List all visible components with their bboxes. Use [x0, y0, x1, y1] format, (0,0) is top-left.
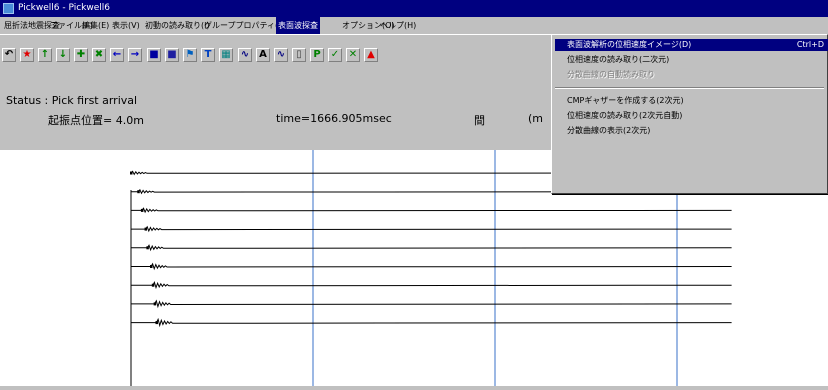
seismic-trace: [131, 262, 732, 271]
gap-label: 間: [474, 114, 485, 127]
status-text: Status : Pick first arrival: [6, 94, 138, 107]
seismic-trace: [131, 281, 732, 290]
dropdown-item-5[interactable]: 分散曲線の表示(2次元): [555, 125, 828, 137]
expand-icon[interactable]: ✚: [74, 48, 88, 62]
first-arrival-pick: [155, 321, 158, 325]
wave-icon[interactable]: ∿: [238, 48, 252, 62]
dropdown-item-0[interactable]: 表面波解析の位相速度イメージ(D) Ctrl+D: [555, 39, 828, 51]
dropdown-item-label: 表面波解析の位相速度イメージ(D): [567, 40, 692, 49]
right-arrow-icon[interactable]: →: [128, 48, 142, 62]
page-icon[interactable]: ▯: [292, 48, 306, 62]
seismic-trace: [131, 317, 732, 328]
dropdown-item-4[interactable]: 位相速度の読み取り(2次元自動): [555, 110, 828, 122]
dropdown-item-2: 分散曲線の自動読み取り: [555, 69, 828, 81]
triangle-icon[interactable]: ▲: [364, 48, 378, 62]
seismic-trace: [131, 225, 732, 233]
dropdown-item-1[interactable]: 位相速度の読み取り(二次元): [555, 54, 828, 66]
check-icon[interactable]: ✓: [328, 48, 342, 62]
block-blue-icon[interactable]: ■: [147, 48, 161, 62]
first-arrival-pick: [150, 265, 153, 268]
dropdown-item-label: 位相速度の読み取り(2次元自動): [567, 111, 683, 120]
source-position-label: 起振点位置= 4.0m: [48, 114, 144, 127]
down-arrow-icon[interactable]: ↓: [56, 48, 70, 62]
tt-icon[interactable]: T: [201, 48, 215, 62]
up-arrow-icon[interactable]: ↑: [38, 48, 52, 62]
title-bar: Pickwell6 - Pickwell6: [0, 0, 828, 17]
wave-a-icon[interactable]: A: [256, 48, 270, 62]
time-readout: time=1666.905msec: [276, 112, 392, 125]
dropdown-item-label: CMPギャザーを作成する(2次元): [567, 96, 684, 105]
star-icon[interactable]: ★: [20, 48, 34, 62]
first-arrival-pick: [130, 171, 133, 175]
left-arrow-icon[interactable]: ←: [110, 48, 124, 62]
surface-wave-menu-dropdown: 表面波解析の位相速度イメージ(D) Ctrl+D 位相速度の読み取り(二次元) 分散曲…: [551, 34, 828, 194]
menu-bar: 屈折法地震探査 ファイル(F) 編集(E) 表示(V) 初動の読み取り(I) グループプロ…: [0, 17, 828, 35]
seismic-trace: [131, 207, 732, 214]
x-icon[interactable]: ✕: [346, 48, 360, 62]
p-icon[interactable]: P: [310, 48, 324, 62]
seismic-trace: [131, 244, 732, 252]
menu-item-2[interactable]: 編集(E): [80, 17, 111, 34]
window-title: Pickwell6 - Pickwell6: [18, 3, 110, 13]
seismic-trace: [131, 299, 732, 309]
first-arrival-pick: [151, 283, 155, 287]
first-arrival-pick: [137, 190, 140, 194]
flag-icon[interactable]: ⚑: [183, 48, 197, 62]
dropdown-item-label: 位相速度の読み取り(二次元): [567, 55, 670, 64]
first-arrival-pick: [153, 302, 157, 306]
app-icon: [3, 3, 14, 14]
menu-item-8[interactable]: ヘルプ(H): [378, 17, 418, 34]
block-navy-icon[interactable]: ■: [165, 48, 179, 62]
menu-item-3[interactable]: 表示(V): [110, 17, 142, 34]
grid-icon[interactable]: ▦: [219, 48, 233, 62]
unit-label-partial: (m: [528, 112, 544, 125]
first-arrival-pick: [146, 246, 149, 250]
dropdown-item-3[interactable]: CMPギャザーを作成する(2次元): [555, 95, 828, 107]
undo-icon[interactable]: ↶: [2, 48, 16, 62]
first-arrival-pick: [140, 208, 144, 212]
first-arrival-pick: [144, 227, 148, 231]
dropdown-item-shortcut: Ctrl+D: [796, 40, 824, 49]
wave-v-icon[interactable]: ∿: [274, 48, 288, 62]
menu-separator: [555, 87, 824, 89]
menu-item-6[interactable]: 表面波探査: [276, 17, 320, 34]
shrink-icon[interactable]: ✖: [92, 48, 106, 62]
dropdown-item-label: 分散曲線の表示(2次元): [567, 126, 651, 135]
dropdown-item-label: 分散曲線の自動読み取り: [567, 70, 655, 79]
